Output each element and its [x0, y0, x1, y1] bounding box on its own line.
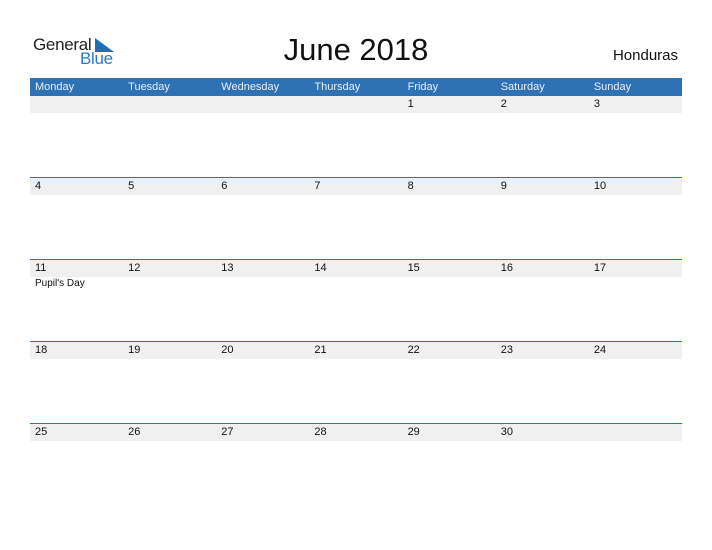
weekday-thursday: Thursday: [314, 81, 361, 93]
day-number: 9: [500, 180, 507, 192]
day-number: 1: [407, 98, 414, 110]
date-strip: 11 12 13 14 15 16 17: [30, 260, 682, 277]
date-strip: 25 26 27 28 29 30: [30, 424, 682, 441]
date-strip: 4 5 6 7 8 9 10: [30, 178, 682, 195]
day-number: 17: [593, 262, 607, 274]
day-number: 7: [314, 180, 321, 192]
country-label: Honduras: [612, 47, 678, 64]
day-number: [216, 96, 309, 113]
day-event: [589, 277, 682, 290]
day-number: 28: [314, 426, 327, 438]
day-number: 25: [35, 426, 48, 438]
day-number: 6: [221, 180, 228, 192]
week-row: 25 26 27 28 29 30: [30, 423, 682, 505]
week-row: 4 5 6 7 8 9 10: [30, 177, 682, 259]
calendar-grid: Monday Tuesday Wednesday Thursday Friday…: [30, 78, 682, 505]
weekday-tuesday: Tuesday: [128, 81, 170, 93]
day-number: 20: [221, 344, 234, 356]
day-number: 5: [128, 180, 135, 192]
day-event: Pupil's Day: [35, 278, 85, 289]
day-number: 21: [314, 344, 327, 356]
day-number: 15: [407, 262, 420, 274]
day-number: [30, 96, 123, 113]
day-number: 14: [314, 262, 327, 274]
day-event: [123, 277, 216, 290]
day-number: 3: [593, 98, 600, 110]
day-number: [309, 96, 402, 113]
day-number: 23: [500, 344, 513, 356]
weekday-saturday: Saturday: [500, 81, 545, 93]
day-number: 16: [500, 262, 513, 274]
day-number: 13: [221, 262, 234, 274]
weekday-wednesday: Wednesday: [221, 81, 280, 93]
week-row: 18 19 20 21 22 23 24: [30, 341, 682, 423]
day-number: 11: [35, 262, 47, 274]
calendar-title: June 2018: [283, 32, 429, 67]
day-number: 27: [221, 426, 234, 438]
events-row: Pupil's Day: [30, 277, 682, 290]
day-number: [123, 96, 216, 113]
day-number: 18: [35, 344, 48, 356]
weekday-sunday: Sunday: [593, 81, 632, 93]
day-number: 26: [128, 426, 141, 438]
date-strip: 1 2 3: [30, 96, 682, 113]
day-event: [309, 277, 402, 290]
week-row: 1 2 3: [30, 96, 682, 177]
day-number: 22: [407, 344, 420, 356]
day-number: 29: [407, 426, 420, 438]
day-number: 30: [500, 426, 513, 438]
day-number: 10: [593, 180, 607, 192]
day-event: [403, 277, 496, 290]
day-number: 24: [593, 344, 607, 356]
day-number: 19: [128, 344, 141, 356]
day-event: [496, 277, 589, 290]
day-number: 2: [500, 98, 507, 110]
day-number: 4: [35, 180, 42, 192]
weekday-monday: Monday: [35, 81, 75, 93]
weekday-friday: Friday: [407, 81, 439, 93]
week-row: 11 12 13 14 15 16 17 Pupil's Day: [30, 259, 682, 341]
day-event: [216, 277, 309, 290]
day-number: [589, 424, 682, 441]
date-strip: 18 19 20 21 22 23 24: [30, 342, 682, 359]
day-number: 8: [407, 180, 414, 192]
weekday-header: Monday Tuesday Wednesday Thursday Friday…: [30, 78, 682, 96]
day-number: 12: [128, 262, 141, 274]
